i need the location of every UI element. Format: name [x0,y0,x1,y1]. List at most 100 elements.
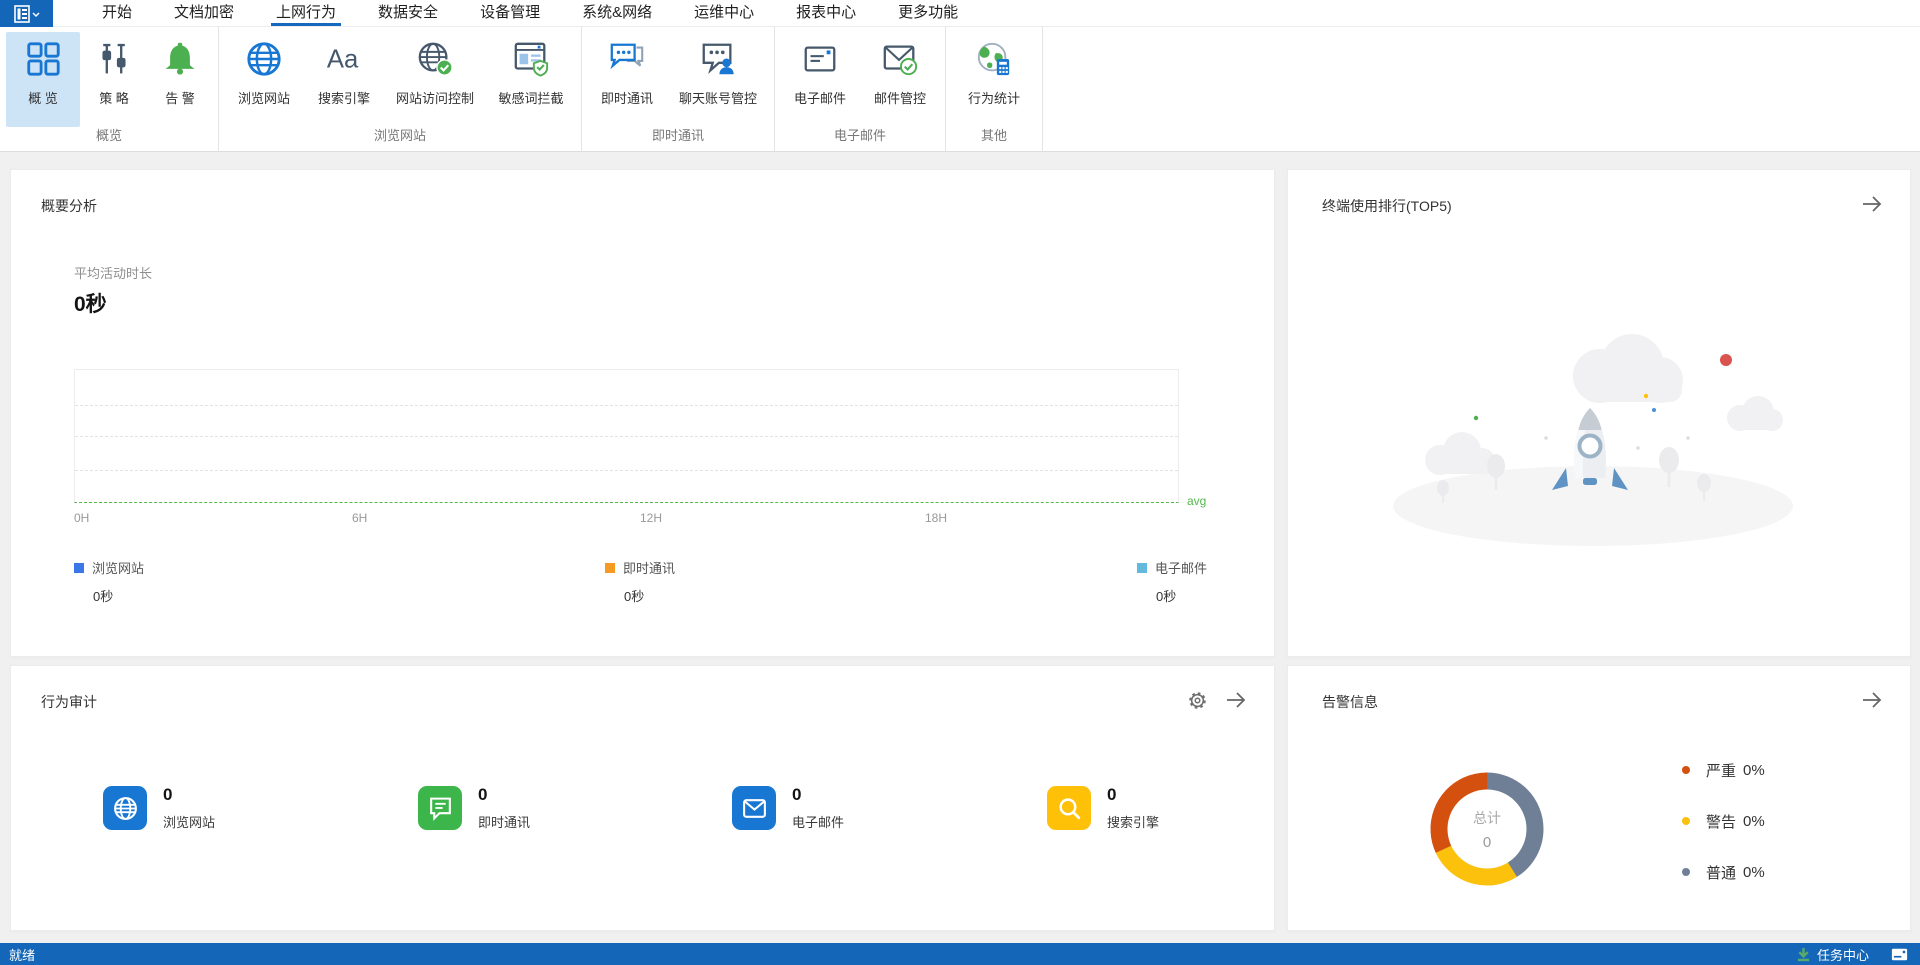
globe-icon [244,39,284,79]
ribbon-item-website-access-control[interactable]: 网站访问控制 [385,32,485,127]
stat-value: 0 [1107,786,1159,803]
task-center-button[interactable]: 任务中心 [1796,945,1869,964]
bell-icon [160,39,200,79]
ribbon-item-chat-account-control[interactable]: 聊天账号管控 [668,32,768,127]
download-icon [1796,947,1811,962]
globe-check-icon [415,39,455,79]
gear-icon[interactable] [1186,689,1208,711]
legend-swatch [74,563,84,573]
tab-start[interactable]: 开始 [81,0,153,26]
terminal-usage-ranking-card: 终端使用排行(TOP5) [1287,169,1911,657]
tab-doc-encryption[interactable]: 文档加密 [153,0,255,26]
ribbon-item-email[interactable]: 电子邮件 [781,32,859,127]
ribbon-group-label: 即时通讯 [587,127,769,147]
search-icon [1047,786,1091,830]
stat-search-engine[interactable]: 0 搜索引擎 [1047,786,1159,830]
avg-activity-duration-value: 0秒 [74,288,107,318]
card-title: 告警信息 [1322,692,1378,712]
mail-icon [800,39,840,79]
stat-value: 0 [163,786,215,803]
globe-stats-icon [974,39,1014,79]
x-tick: 6H [352,511,367,525]
legend-dot [1682,817,1690,825]
tab-more-features[interactable]: 更多功能 [877,0,979,26]
ribbon-group-im: 即时通讯 聊天账号管控 即时通讯 [582,27,775,151]
alert-donut-chart: 总计 0 [1422,764,1552,894]
ribbon-item-overview[interactable]: 概 览 [6,32,80,127]
avg-line-label: avg [1187,494,1206,508]
app-menu-button[interactable] [0,0,53,27]
stat-instant-messaging[interactable]: 0 即时通讯 [418,786,530,830]
task-center-label: 任务中心 [1817,945,1869,964]
svg-text:Aa: Aa [327,46,359,74]
ribbon-item-behavior-statistics[interactable]: 行为统计 [952,32,1036,127]
ribbon-group-email: 电子邮件 邮件管控 电子邮件 [775,27,946,151]
ribbon-group-label: 浏览网站 [224,127,576,147]
donut-total-value: 0 [1483,834,1491,851]
alert-legend: 严重 0% 警告 0% 普通 0% [1682,762,1765,915]
stat-label: 搜索引擎 [1107,816,1159,830]
tab-report-center[interactable]: 报表中心 [775,0,877,26]
chat-user-icon [698,39,738,79]
ribbon-item-search-engine[interactable]: Aa 搜索引擎 [305,32,383,127]
chat-icon [418,786,462,830]
ribbon-item-mail-control[interactable]: 邮件管控 [861,32,939,127]
page-shield-icon [511,39,551,79]
gridline [75,436,1178,437]
legend-item-warning: 警告 0% [1682,813,1765,829]
legend-item-normal: 普通 0% [1682,864,1765,880]
ribbon-item-policy[interactable]: 策 略 [82,32,146,127]
gridline [75,470,1178,471]
ribbon-group-overview: 概 览 策 略 [0,27,219,151]
gridline [75,405,1178,406]
x-tick: 18H [925,511,947,525]
tab-internet-behavior[interactable]: 上网行为 [255,0,357,26]
arrow-right-icon[interactable] [1860,192,1884,216]
stat-value: 0 [792,786,844,803]
x-tick: 0H [74,511,89,525]
activity-line-chart [74,369,1179,503]
card-title: 概要分析 [41,196,97,216]
chat-bubbles-icon [607,39,647,79]
rocket-graphic [1552,408,1628,490]
x-tick: 12H [640,511,662,525]
legend-label: 即时通讯 [623,558,675,577]
ribbon-group-label: 其他 [951,127,1037,147]
behavior-audit-card: 行为审计 0 浏览网站 [10,665,1275,931]
ribbon-item-sensitive-word-block[interactable]: 敏感词拦截 [487,32,575,127]
stat-label: 即时通讯 [478,816,530,830]
message-panel-icon[interactable] [1891,948,1908,961]
grid-icon [23,39,63,79]
status-bar: 就绪 任务中心 [0,943,1920,965]
tab-data-security[interactable]: 数据安全 [357,0,459,26]
ribbon-item-instant-messaging[interactable]: 即时通讯 [588,32,666,127]
stat-value: 0 [478,786,530,803]
stat-label: 电子邮件 [792,816,844,830]
donut-total-label: 总计 [1473,808,1501,828]
legend-item-instant-messaging: 即时通讯 0秒 [605,558,825,605]
legend-swatch [605,563,615,573]
tab-system-network[interactable]: 系统&网络 [561,0,673,26]
status-ready-text: 就绪 [9,945,35,964]
legend-label: 浏览网站 [92,558,144,577]
legend-label: 电子邮件 [1155,558,1207,577]
ribbon-group-label: 概览 [5,127,213,147]
stat-email[interactable]: 0 电子邮件 [732,786,844,830]
ribbon-item-browse-website[interactable]: 浏览网站 [225,32,303,127]
menu-bar: 开始 文档加密 上网行为 数据安全 设备管理 系统&网络 运维中心 报表中心 更… [0,0,1920,27]
arrow-right-icon[interactable] [1224,688,1248,712]
legend-item-browse-website: 浏览网站 0秒 [74,558,294,605]
ribbon-group-other: 行为统计 其他 [946,27,1043,151]
empty-state-illustration [1388,320,1808,555]
arrow-right-icon[interactable] [1860,688,1884,712]
tab-ops-center[interactable]: 运维中心 [673,0,775,26]
font-aa-icon: Aa [324,39,364,79]
tab-device-management[interactable]: 设备管理 [459,0,561,26]
ribbon-toolbar: 概 览 策 略 [0,27,1920,152]
card-title: 终端使用排行(TOP5) [1322,196,1452,216]
stat-browse-website[interactable]: 0 浏览网站 [103,786,215,830]
legend-item-critical: 严重 0% [1682,762,1765,778]
ribbon-item-alert[interactable]: 告 警 [148,32,212,127]
stat-label: 浏览网站 [163,816,215,830]
legend-value: 0秒 [93,586,294,605]
